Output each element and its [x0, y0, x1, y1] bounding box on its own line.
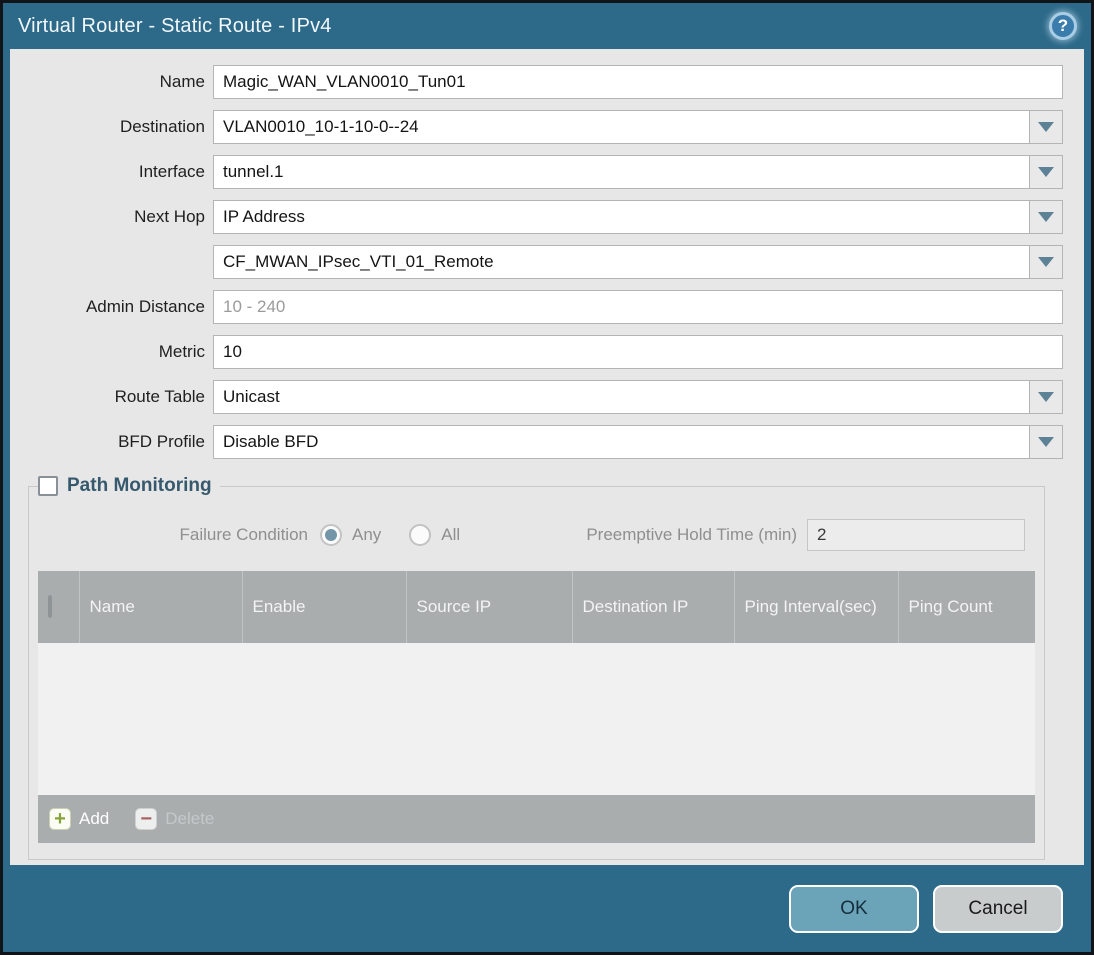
route-table-dropdown-button[interactable]: [1029, 380, 1063, 414]
form-row-metric: Metric: [10, 335, 1063, 369]
destination-input[interactable]: [213, 110, 1030, 144]
destination-dropdown-button[interactable]: [1029, 110, 1063, 144]
column-header-name[interactable]: Name: [79, 571, 243, 643]
admin-distance-label: Admin Distance: [85, 297, 205, 316]
interface-dropdown-button[interactable]: [1029, 155, 1063, 189]
radio-all-label: All: [441, 525, 461, 544]
dialog-footer: OK Cancel: [3, 865, 1091, 952]
bfd-profile-label: BFD Profile: [118, 432, 205, 451]
failure-condition-label: Failure Condition: [179, 525, 308, 544]
failure-condition-any-option[interactable]: Any: [320, 524, 381, 546]
preemptive-hold-time-label: Preemptive Hold Time (min): [586, 525, 797, 544]
name-input[interactable]: [213, 65, 1063, 99]
form-row-interface: Interface: [10, 155, 1063, 189]
column-header-destination-ip[interactable]: Destination IP: [572, 571, 735, 643]
form-row-route-table: Route Table: [10, 380, 1063, 414]
destination-label: Destination: [119, 117, 205, 136]
dialog-title: Virtual Router - Static Route - IPv4: [18, 14, 332, 37]
next-hop-type-dropdown-button[interactable]: [1029, 200, 1063, 234]
ok-button[interactable]: OK: [789, 884, 919, 933]
help-icon[interactable]: ?: [1049, 12, 1077, 40]
chevron-down-icon: [1038, 392, 1054, 402]
form-row-admin-distance: Admin Distance: [10, 290, 1063, 324]
form-row-name: Name: [10, 65, 1063, 99]
minus-icon: −: [135, 808, 158, 830]
chevron-down-icon: [1038, 122, 1054, 132]
failure-condition-row: Failure Condition Any All Preemptive Hol…: [38, 509, 1035, 571]
admin-distance-input[interactable]: [213, 290, 1063, 324]
bfd-profile-input[interactable]: [213, 425, 1030, 459]
radio-any-icon[interactable]: [320, 524, 342, 546]
interface-input[interactable]: [213, 155, 1030, 189]
dialog-titlebar: Virtual Router - Static Route - IPv4 ?: [3, 3, 1091, 49]
column-header-ping-count[interactable]: Ping Count: [898, 571, 1035, 643]
static-route-dialog: Virtual Router - Static Route - IPv4 ? N…: [0, 0, 1094, 955]
metric-label: Metric: [158, 342, 205, 361]
next-hop-address-input[interactable]: [213, 245, 1030, 279]
form-row-bfd-profile: BFD Profile: [10, 425, 1063, 459]
delete-button-label: Delete: [165, 809, 215, 828]
path-monitoring-section: Path Monitoring Failure Condition Any Al…: [28, 475, 1045, 860]
add-button[interactable]: + Add: [49, 808, 109, 830]
failure-condition-all-option[interactable]: All: [409, 524, 460, 546]
next-hop-type-input[interactable]: [213, 200, 1030, 234]
column-header-enable[interactable]: Enable: [242, 571, 407, 643]
column-header-source-ip[interactable]: Source IP: [406, 571, 573, 643]
bfd-profile-dropdown-button[interactable]: [1029, 425, 1063, 459]
name-label: Name: [159, 72, 205, 91]
route-table-input[interactable]: [213, 380, 1030, 414]
add-button-label: Add: [79, 809, 110, 828]
chevron-down-icon: [1038, 167, 1054, 177]
radio-any-label: Any: [352, 525, 382, 544]
cancel-button[interactable]: Cancel: [933, 884, 1063, 933]
next-hop-address-dropdown-button[interactable]: [1029, 245, 1063, 279]
path-monitoring-table: Name Enable Source IP Destination IP Pin…: [38, 571, 1035, 795]
select-all-checkbox[interactable]: [48, 595, 52, 618]
chevron-down-icon: [1038, 437, 1054, 447]
chevron-down-icon: [1038, 257, 1054, 267]
delete-button[interactable]: − Delete: [135, 808, 214, 830]
interface-label: Interface: [138, 162, 205, 181]
next-hop-label: Next Hop: [134, 207, 205, 226]
preemptive-hold-time-input[interactable]: [807, 519, 1025, 551]
path-monitoring-checkbox[interactable]: [38, 476, 58, 496]
path-monitoring-legend: Path Monitoring: [38, 475, 220, 497]
table-header-row: Name Enable Source IP Destination IP Pin…: [38, 571, 1035, 643]
empty-table-body: [38, 643, 1035, 795]
route-table-label: Route Table: [114, 387, 205, 406]
form-row-destination: Destination: [10, 110, 1063, 144]
radio-all-icon[interactable]: [409, 524, 432, 546]
form-row-next-hop: Next Hop: [10, 200, 1063, 234]
dialog-body: Name Destination Interface Next Hop: [10, 49, 1084, 865]
column-header-ping-interval[interactable]: Ping Interval(sec): [734, 571, 899, 643]
form-row-next-hop-address: [10, 245, 1063, 279]
chevron-down-icon: [1038, 212, 1054, 222]
table-action-bar: + Add − Delete: [38, 795, 1035, 843]
path-monitoring-title: Path Monitoring: [67, 475, 212, 496]
plus-icon: +: [49, 808, 71, 830]
metric-input[interactable]: [213, 335, 1063, 369]
select-all-header: [38, 571, 80, 643]
